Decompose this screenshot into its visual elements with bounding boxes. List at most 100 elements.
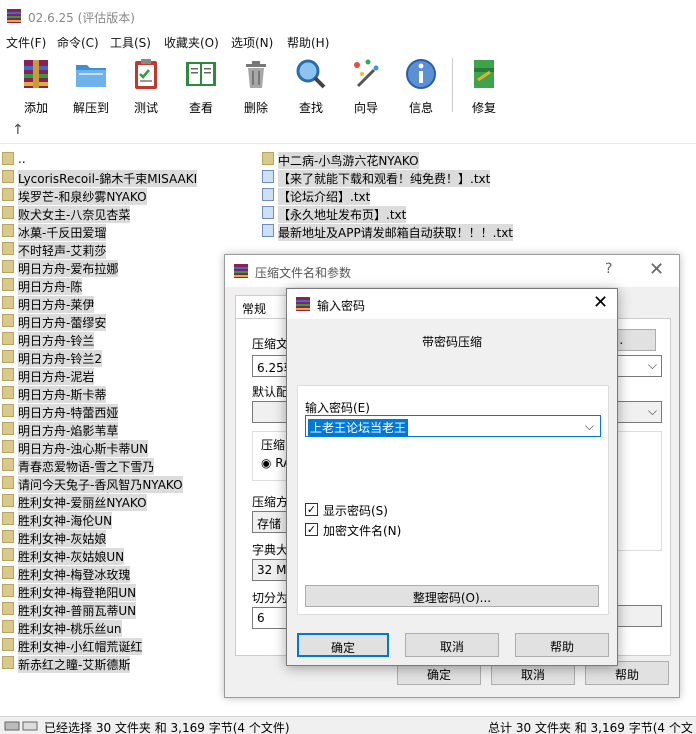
folder-icon: [2, 548, 14, 561]
extract-to-button[interactable]: 解压到: [67, 56, 115, 115]
view-button[interactable]: 查看: [177, 56, 225, 115]
folder-icon: [2, 188, 14, 201]
extract-to-label: 解压到: [72, 101, 109, 115]
folder-icon: [2, 386, 14, 399]
folder-icon: [2, 296, 14, 309]
dialog-title: 输入密码: [317, 299, 366, 313]
status-selected: 已经选择 30 文件夹 和 3,169 字节(4 个文件): [44, 721, 290, 734]
find-button[interactable]: 查找: [287, 56, 335, 115]
winrar-logo-icon: [7, 9, 21, 23]
folder-icon: [2, 206, 14, 219]
menu-bar: 文件(F) 命令(C) 工具(S) 收藏夹(O) 选项(N) 帮助(H): [0, 32, 696, 52]
add-archive-icon: [24, 60, 48, 88]
view-book-icon: [186, 62, 216, 86]
folder-icon: [2, 404, 14, 417]
encrypt-names-checkbox[interactable]: ✓: [305, 523, 318, 536]
text-file-icon: [262, 188, 274, 201]
folder-icon: [2, 332, 14, 345]
format-label: 压缩: [261, 438, 286, 452]
tab-general[interactable]: 常规: [235, 295, 289, 319]
folder-icon: [2, 620, 14, 633]
folder-icon: [2, 152, 14, 165]
folder-icon: [2, 458, 14, 471]
archive-name-label: 压缩文: [252, 337, 289, 351]
folder-icon: [2, 476, 14, 489]
dialog-title-bar: 输入密码 ✕: [287, 289, 617, 319]
repair-label: 修复: [471, 101, 496, 115]
chevron-down-icon[interactable]: ⌵: [648, 404, 657, 419]
magnifier-icon: [296, 59, 326, 89]
help-question-icon[interactable]: ?: [605, 261, 612, 277]
winrar-logo-icon: [296, 297, 310, 311]
folder-icon: [2, 224, 14, 237]
trash-icon: [246, 61, 266, 88]
dialog-title-bar: 压缩文件名和参数 ? ✕: [225, 255, 679, 287]
password-label: 输入密码(E): [305, 401, 370, 415]
toolbar-separator: [452, 58, 453, 112]
drive-icon: [4, 721, 38, 731]
split-label: 切分为: [252, 591, 289, 605]
chevron-down-icon[interactable]: ⌵: [585, 419, 594, 434]
folder-icon: [2, 260, 14, 273]
password-value: 上老王论坛当老王: [308, 419, 409, 436]
status-bar: 已经选择 30 文件夹 和 3,169 字节(4 个文件) 总计 30 文件夹 …: [0, 716, 696, 734]
test-clipboard-icon: [135, 59, 157, 89]
folder-icon: [2, 350, 14, 363]
folder-icon: [2, 530, 14, 543]
help-button[interactable]: 帮助: [515, 633, 609, 657]
password-input[interactable]: 上老王论坛当老王 ⌵: [305, 415, 601, 437]
folder-icon: [2, 440, 14, 453]
profile-label: 默认配: [252, 385, 289, 399]
folder-icon: [2, 170, 14, 183]
add-button[interactable]: 添加: [12, 56, 60, 115]
delete-label: 删除: [243, 101, 268, 115]
info-label: 信息: [408, 101, 433, 115]
path-bar: ↑: [0, 118, 696, 144]
wizard-button[interactable]: 向导: [342, 56, 390, 115]
window-title: 02.6.25 (评估版本): [28, 11, 135, 25]
close-icon[interactable]: ✕: [649, 259, 664, 280]
folder-icon: [2, 422, 14, 435]
password-dialog: 输入密码 ✕ 带密码压缩 输入密码(E) 上老王论坛当老王 ⌵ ✓ 显示密码(S…: [286, 288, 618, 666]
menu-help[interactable]: 帮助(H): [287, 34, 329, 51]
info-icon: [406, 59, 436, 89]
menu-favorites[interactable]: 收藏夹(O): [164, 34, 219, 51]
dialog-heading: 带密码压缩: [421, 335, 482, 349]
winrar-logo-icon: [234, 264, 248, 278]
menu-file[interactable]: 文件(F): [6, 34, 46, 51]
folder-icon: [2, 242, 14, 255]
cancel-button[interactable]: 取消: [405, 633, 499, 657]
test-button[interactable]: 测试: [122, 56, 170, 115]
find-label: 查找: [298, 101, 323, 115]
ok-button[interactable]: 确定: [297, 633, 389, 657]
folder-icon: [2, 494, 14, 507]
text-file-icon: [262, 170, 274, 183]
info-button[interactable]: 信息: [397, 56, 445, 115]
menu-tools[interactable]: 工具(S): [110, 34, 151, 51]
method-label: 压缩方: [252, 495, 289, 509]
close-icon[interactable]: ✕: [593, 292, 608, 313]
show-password-label: 显示密码(S): [323, 504, 388, 518]
folder-icon: [2, 314, 14, 327]
folder-icon: [2, 656, 14, 669]
status-total: 总计 30 文件夹 和 3,169 字节(4 个文件): [488, 721, 693, 734]
dictionary-label: 字典大: [252, 543, 289, 557]
repair-button[interactable]: 修复: [460, 56, 508, 115]
menu-command[interactable]: 命令(C): [57, 34, 99, 51]
menu-options[interactable]: 选项(N): [231, 34, 273, 51]
organize-passwords-button[interactable]: 整理密码(O)...: [305, 585, 599, 607]
folder-icon: [2, 638, 14, 651]
folder-icon: [2, 566, 14, 579]
folder-icon: [2, 278, 14, 291]
repair-kit-icon: [474, 60, 494, 88]
magic-wand-icon: [354, 59, 379, 88]
show-password-checkbox[interactable]: ✓: [305, 503, 318, 516]
folder-icon: [2, 584, 14, 597]
wizard-label: 向导: [353, 101, 378, 115]
chevron-down-icon[interactable]: ⌵: [648, 358, 657, 373]
delete-button[interactable]: 删除: [232, 56, 280, 115]
folder-icon: [262, 152, 274, 165]
text-file-icon: [262, 206, 274, 219]
folder-icon: [2, 512, 14, 525]
up-arrow-icon[interactable]: ↑: [12, 122, 24, 138]
